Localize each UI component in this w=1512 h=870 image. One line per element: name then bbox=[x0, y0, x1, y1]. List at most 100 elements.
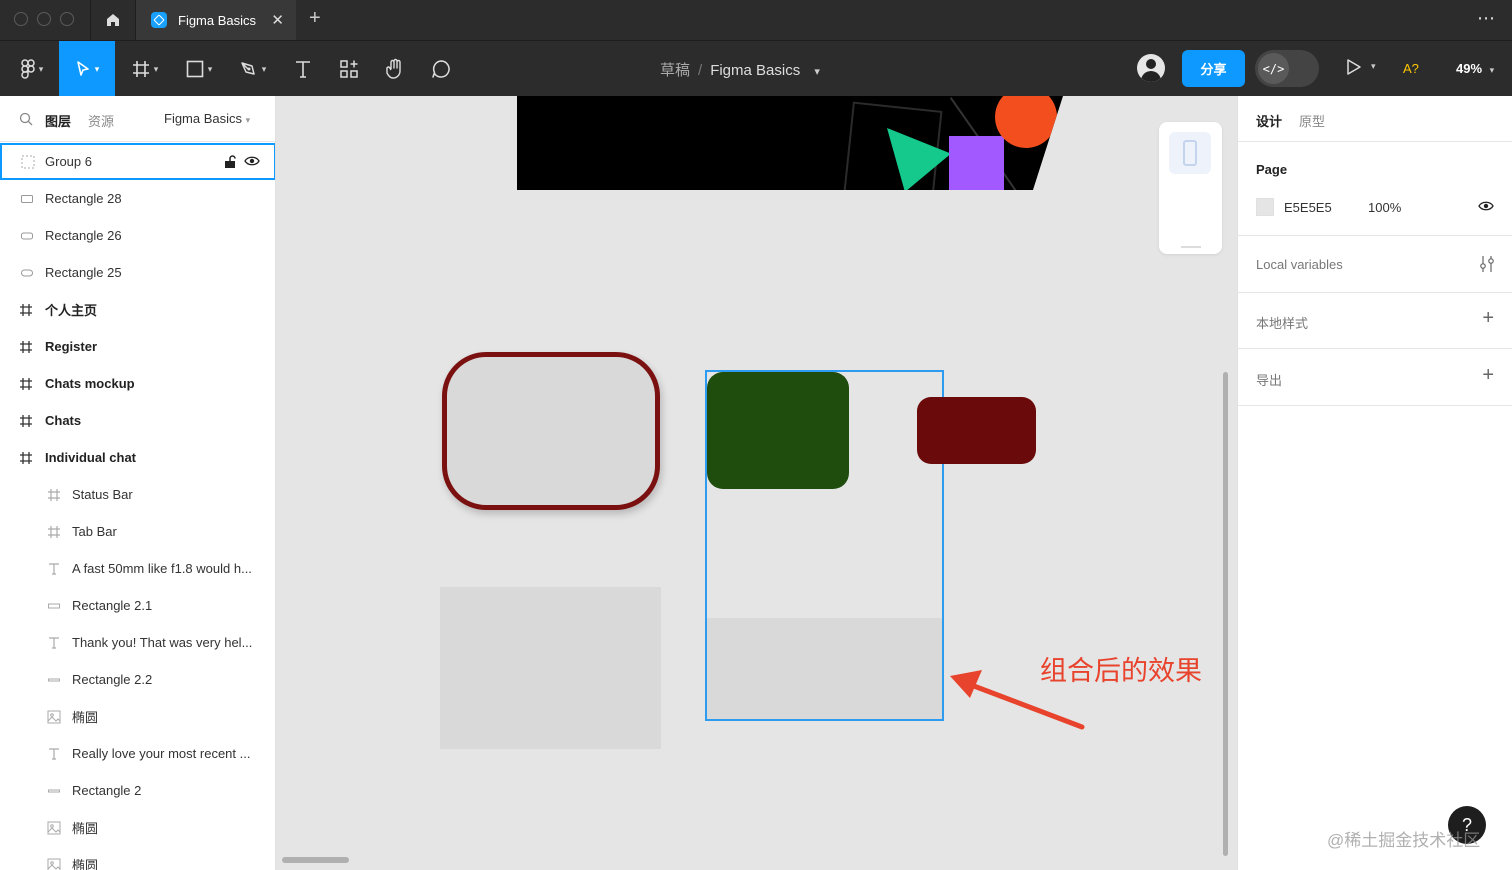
layer-row[interactable]: 椭圆 bbox=[0, 846, 275, 870]
eye-icon[interactable] bbox=[244, 155, 260, 167]
layer-name: Chats mockup bbox=[45, 376, 135, 391]
layer-name: Rectangle 28 bbox=[45, 191, 122, 206]
more-icon[interactable]: ⋯ bbox=[1477, 8, 1496, 29]
minimap[interactable] bbox=[1159, 122, 1222, 254]
rectangle-25[interactable] bbox=[442, 352, 660, 510]
hand-icon bbox=[386, 58, 401, 79]
font-warning-indicator[interactable]: A? bbox=[1403, 61, 1419, 76]
layer-row[interactable]: Group 6 bbox=[0, 143, 275, 180]
layer-row[interactable]: Rectangle 28 bbox=[0, 180, 275, 217]
chevron-down-icon: ▾ bbox=[38, 63, 44, 74]
search-icon[interactable] bbox=[19, 112, 33, 126]
main-menu-button[interactable]: ▾ bbox=[6, 41, 58, 97]
rectangle-icon bbox=[20, 266, 34, 280]
resources-tool-button[interactable] bbox=[330, 41, 368, 97]
present-button[interactable]: ▾ bbox=[1345, 57, 1376, 82]
layer-row[interactable]: Rectangle 25 bbox=[0, 254, 275, 291]
zoom-level[interactable]: 49% ▾ bbox=[1456, 61, 1494, 76]
layer-row[interactable]: Individual chat bbox=[0, 439, 275, 476]
layer-name: Register bbox=[45, 339, 98, 354]
text-tool-button[interactable] bbox=[284, 41, 322, 97]
layer-row[interactable]: 椭圆 bbox=[0, 698, 275, 735]
design-canvas[interactable]: 组合后的效果 bbox=[276, 96, 1237, 870]
export-section[interactable]: 导出 + bbox=[1238, 349, 1512, 406]
frame-icon bbox=[19, 451, 33, 465]
layer-row[interactable]: Register bbox=[0, 328, 275, 365]
page-color-hex[interactable]: E5E5E5 bbox=[1284, 200, 1332, 215]
new-tab-button[interactable]: + bbox=[309, 7, 321, 30]
layer-row[interactable]: Rectangle 2 bbox=[0, 772, 275, 809]
sliders-icon[interactable] bbox=[1479, 255, 1495, 273]
layer-row[interactable]: Chats mockup bbox=[0, 365, 275, 402]
layer-name: Really love your most recent ... bbox=[72, 746, 251, 761]
rectangle-icon bbox=[20, 229, 34, 243]
page-selector[interactable]: Figma Basics ▾ bbox=[164, 111, 250, 126]
rectangle-darkred[interactable] bbox=[917, 397, 1036, 464]
layer-row[interactable]: Rectangle 2.1 bbox=[0, 587, 275, 624]
add-export-icon[interactable]: + bbox=[1482, 364, 1494, 387]
layer-name: Group 6 bbox=[45, 154, 92, 169]
move-tool-button[interactable]: ▾ bbox=[59, 41, 115, 97]
shape-tool-button[interactable]: ▾ bbox=[176, 41, 222, 97]
avatar[interactable] bbox=[1137, 54, 1165, 82]
hand-tool-button[interactable] bbox=[376, 41, 414, 97]
eye-icon[interactable] bbox=[1478, 200, 1494, 212]
horizontal-scrollbar[interactable] bbox=[282, 857, 349, 863]
dev-mode-toggle[interactable]: </> bbox=[1255, 50, 1319, 87]
tab-assets[interactable]: 资源 bbox=[88, 111, 114, 130]
hero-frame[interactable] bbox=[517, 96, 1063, 190]
cursor-icon bbox=[76, 61, 89, 76]
share-button[interactable]: 分享 bbox=[1182, 50, 1245, 87]
document-tab[interactable]: Figma Basics ✕ bbox=[136, 0, 296, 40]
frame-icon bbox=[19, 340, 33, 354]
drafts-link[interactable]: 草稿 bbox=[660, 62, 690, 79]
layers-panel: 图层 资源 Figma Basics ▾ Group 6 Rectangle 2… bbox=[0, 96, 276, 870]
minimize-window-button[interactable] bbox=[37, 12, 51, 26]
breadcrumb-separator: / bbox=[698, 62, 703, 79]
breadcrumb[interactable]: 草稿 / Figma Basics ▾ bbox=[660, 59, 820, 80]
pen-tool-button[interactable]: ▾ bbox=[230, 41, 276, 97]
local-variables-section[interactable]: Local variables bbox=[1238, 236, 1512, 293]
rectangle-icon bbox=[20, 192, 34, 206]
watermark: @稀土掘金技术社区 bbox=[1327, 831, 1481, 850]
layer-row[interactable]: A fast 50mm like f1.8 would h... bbox=[0, 550, 275, 587]
close-tab-button[interactable]: ✕ bbox=[271, 11, 284, 29]
image-icon bbox=[47, 858, 61, 870]
tab-layers[interactable]: 图层 bbox=[45, 111, 71, 130]
chevron-down-icon: ▾ bbox=[94, 63, 100, 74]
layer-row[interactable]: Rectangle 2.2 bbox=[0, 661, 275, 698]
tab-prototype[interactable]: 原型 bbox=[1299, 111, 1325, 130]
file-name[interactable]: Figma Basics bbox=[710, 62, 800, 79]
layer-row[interactable]: 椭圆 bbox=[0, 809, 275, 846]
layer-name: Tab Bar bbox=[72, 524, 117, 539]
group-6-selection[interactable] bbox=[705, 370, 944, 721]
layer-row[interactable]: Tab Bar bbox=[0, 513, 275, 550]
local-styles-section[interactable]: 本地样式 + bbox=[1238, 293, 1512, 349]
comment-tool-button[interactable] bbox=[422, 41, 460, 97]
layer-row[interactable]: Status Bar bbox=[0, 476, 275, 513]
close-window-button[interactable] bbox=[14, 12, 28, 26]
square-shape bbox=[949, 136, 1004, 190]
vertical-scrollbar[interactable] bbox=[1223, 372, 1228, 856]
layer-row[interactable]: 个人主页 bbox=[0, 291, 275, 328]
layer-row[interactable]: Rectangle 26 bbox=[0, 217, 275, 254]
frame-icon bbox=[19, 303, 33, 317]
phone-icon bbox=[1169, 132, 1211, 174]
tab-design[interactable]: 设计 bbox=[1256, 111, 1282, 130]
zoom-window-button[interactable] bbox=[60, 12, 74, 26]
rectangle-26[interactable] bbox=[707, 618, 942, 719]
layer-row[interactable]: Thank you! That was very hel... bbox=[0, 624, 275, 661]
layer-row[interactable]: Chats bbox=[0, 402, 275, 439]
rectangle-gray[interactable] bbox=[440, 587, 661, 749]
add-style-icon[interactable]: + bbox=[1482, 307, 1494, 330]
page-opacity[interactable]: 100% bbox=[1368, 200, 1401, 215]
tab-title: Figma Basics bbox=[178, 12, 257, 28]
frame-tool-button[interactable]: ▾ bbox=[122, 41, 168, 97]
unlock-icon[interactable] bbox=[224, 155, 236, 169]
rectangle-28[interactable] bbox=[707, 372, 849, 489]
layer-row[interactable]: Really love your most recent ... bbox=[0, 735, 275, 772]
page-color-swatch[interactable] bbox=[1256, 198, 1274, 216]
chevron-down-icon[interactable]: ▾ bbox=[814, 66, 820, 78]
text-tool-icon bbox=[296, 61, 310, 78]
home-button[interactable] bbox=[90, 0, 136, 40]
